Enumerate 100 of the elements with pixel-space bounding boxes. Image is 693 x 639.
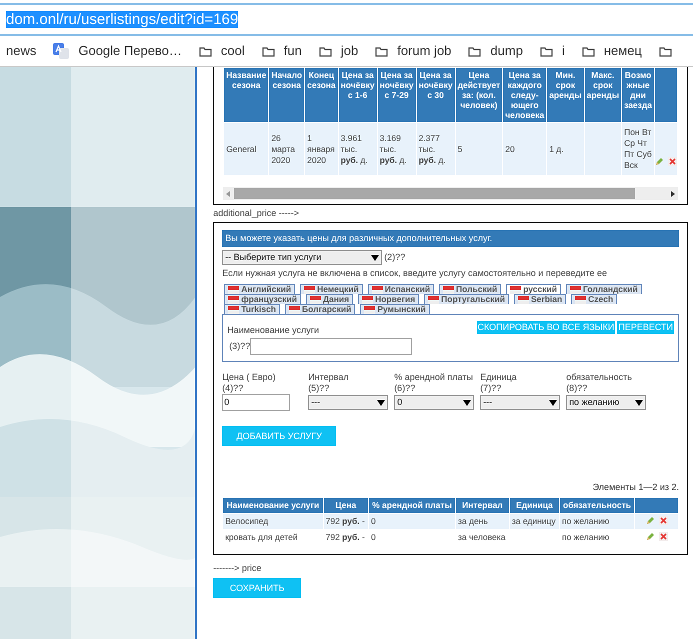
language-tab[interactable]: Serbian bbox=[514, 294, 566, 304]
address-field[interactable]: dom.onl/ru/userlistings/edit?id=169 bbox=[6, 10, 238, 28]
delete-icon[interactable] bbox=[658, 516, 668, 524]
folder-icon bbox=[582, 46, 595, 56]
flag-icon bbox=[228, 306, 240, 314]
folder-icon bbox=[468, 46, 482, 56]
hint-text: (2)?? bbox=[384, 252, 406, 263]
bookmark[interactable]: немец bbox=[582, 41, 642, 61]
column-header: Единица bbox=[509, 498, 560, 514]
field-label: % арендной платы bbox=[394, 372, 474, 383]
scroll-right-icon[interactable] bbox=[671, 190, 675, 196]
dropdown[interactable]: --- bbox=[308, 395, 388, 410]
flag-icon bbox=[228, 296, 240, 304]
translate-icon bbox=[53, 43, 70, 59]
table-cell: 3.961 тыс. руб. д. bbox=[338, 122, 378, 176]
service-type-select[interactable]: -- Выберите тип услуги bbox=[222, 250, 382, 265]
caret-icon bbox=[549, 400, 558, 406]
language-tab[interactable]: Испанский bbox=[368, 284, 434, 294]
folder-icon bbox=[198, 46, 212, 56]
field-label: Цена ( Евро) bbox=[222, 372, 277, 383]
column-header: Интервал bbox=[456, 498, 510, 514]
flag-icon bbox=[364, 306, 376, 314]
column-header: Мин. срок аренды bbox=[546, 68, 584, 122]
bookmark[interactable]: job bbox=[318, 41, 358, 61]
folder-icon bbox=[318, 46, 332, 56]
column-header: Цена за ночёвку с 30 bbox=[416, 68, 456, 122]
language-tab[interactable]: Turkisch bbox=[224, 304, 280, 314]
column-header: Цена действует за: (кол. человек) bbox=[455, 68, 503, 122]
price-input[interactable]: 0 bbox=[222, 394, 290, 411]
scroll-left-icon[interactable] bbox=[226, 190, 230, 196]
language-tab[interactable]: Румынский bbox=[360, 304, 430, 314]
service-name-input[interactable] bbox=[250, 338, 412, 355]
flag-icon bbox=[304, 286, 316, 294]
column-header: Цена за ночёвку с 1-6 bbox=[338, 68, 378, 122]
column-header: Название сезона bbox=[224, 68, 269, 122]
language-tab[interactable]: Норвегия bbox=[358, 294, 420, 304]
caret-icon bbox=[463, 400, 472, 406]
column-header: Цена bbox=[323, 498, 368, 514]
table-cell: 26 марта 2020 bbox=[268, 122, 305, 176]
language-tab[interactable]: Португальский bbox=[424, 294, 509, 304]
pencil-icon[interactable] bbox=[646, 532, 654, 540]
table-cell: 20 bbox=[502, 122, 547, 176]
caret-icon bbox=[377, 400, 386, 406]
info-banner: Вы можете указать цены для различных дополнительных услуг. bbox=[222, 230, 679, 247]
column-header: Цена за ночёвку с 7-29 bbox=[377, 68, 416, 122]
column-header: Наименование услуги bbox=[222, 498, 324, 514]
language-tab[interactable]: Болгарский bbox=[284, 304, 356, 314]
bookmark[interactable]: cool bbox=[198, 41, 245, 61]
column-header: Возмо жные дни заезда bbox=[622, 68, 654, 122]
caret-icon bbox=[635, 400, 644, 406]
bookmark[interactable]: forum job bbox=[375, 41, 452, 61]
bookmark[interactable]: Google Перево… bbox=[53, 41, 182, 61]
hint-text: (7)?? bbox=[480, 383, 502, 394]
language-tab[interactable]: русский bbox=[506, 284, 561, 294]
column-header: % арендной платы bbox=[368, 498, 456, 514]
flag-icon bbox=[570, 286, 581, 294]
language-tab[interactable]: Английский bbox=[224, 284, 296, 294]
language-tab[interactable]: Польский bbox=[439, 284, 502, 294]
bookmark[interactable]: i bbox=[540, 41, 565, 61]
hint-text: (5)?? bbox=[308, 383, 330, 394]
column-header: Цена за каждого следу-ющего человека bbox=[502, 68, 547, 122]
table-cell: 5 bbox=[455, 122, 503, 176]
pencil-icon[interactable] bbox=[655, 157, 664, 166]
language-tab[interactable]: французский bbox=[224, 294, 301, 304]
table-cell: Пон Вт Ср Чт Пт Суб Вск bbox=[622, 122, 654, 176]
folder-icon bbox=[540, 46, 553, 56]
hint-text: (4)?? bbox=[222, 383, 244, 394]
delete-icon[interactable] bbox=[658, 532, 668, 540]
column-header: Макс. срок аренды bbox=[584, 68, 622, 122]
bookmark[interactable]: fun bbox=[262, 41, 302, 61]
hint-text: (8)?? bbox=[566, 383, 588, 394]
bookmark[interactable]: news bbox=[6, 41, 36, 61]
language-tab[interactable]: Немецкий bbox=[300, 284, 363, 294]
flag-icon bbox=[428, 296, 440, 304]
dropdown[interactable]: по желанию bbox=[566, 395, 646, 410]
flag-icon bbox=[510, 286, 522, 294]
flag-icon bbox=[443, 286, 454, 294]
flag-icon bbox=[362, 296, 374, 304]
dropdown[interactable]: --- bbox=[480, 395, 560, 410]
horizontal-scrollbar[interactable] bbox=[223, 187, 678, 200]
section-label: additional_price -----> bbox=[213, 207, 300, 220]
bookmark[interactable]: dump bbox=[468, 41, 523, 61]
table-cell: 1 д. bbox=[546, 122, 584, 176]
field-label: обязательность bbox=[566, 372, 633, 383]
column-header: Конец сезона bbox=[304, 68, 338, 122]
table-cell: 2.377 тыс. руб. д. bbox=[416, 122, 456, 176]
flag-icon bbox=[288, 306, 300, 314]
delete-icon[interactable] bbox=[668, 157, 677, 166]
language-tab[interactable]: Дания bbox=[306, 294, 354, 304]
hint-text: (3)?? bbox=[229, 341, 250, 352]
folder-icon bbox=[375, 46, 388, 56]
column-header: обязательность bbox=[559, 498, 634, 514]
pagination-summary: Элементы 1—2 из 2. bbox=[592, 482, 679, 493]
field-label: Единица bbox=[480, 372, 518, 383]
column-header: Начало сезона bbox=[268, 68, 305, 122]
language-tab[interactable]: Czech bbox=[571, 294, 618, 304]
pencil-icon[interactable] bbox=[646, 516, 654, 524]
dropdown[interactable]: 0 bbox=[394, 395, 474, 410]
language-tab[interactable]: Голландский bbox=[566, 284, 642, 294]
flag-icon bbox=[228, 286, 240, 294]
